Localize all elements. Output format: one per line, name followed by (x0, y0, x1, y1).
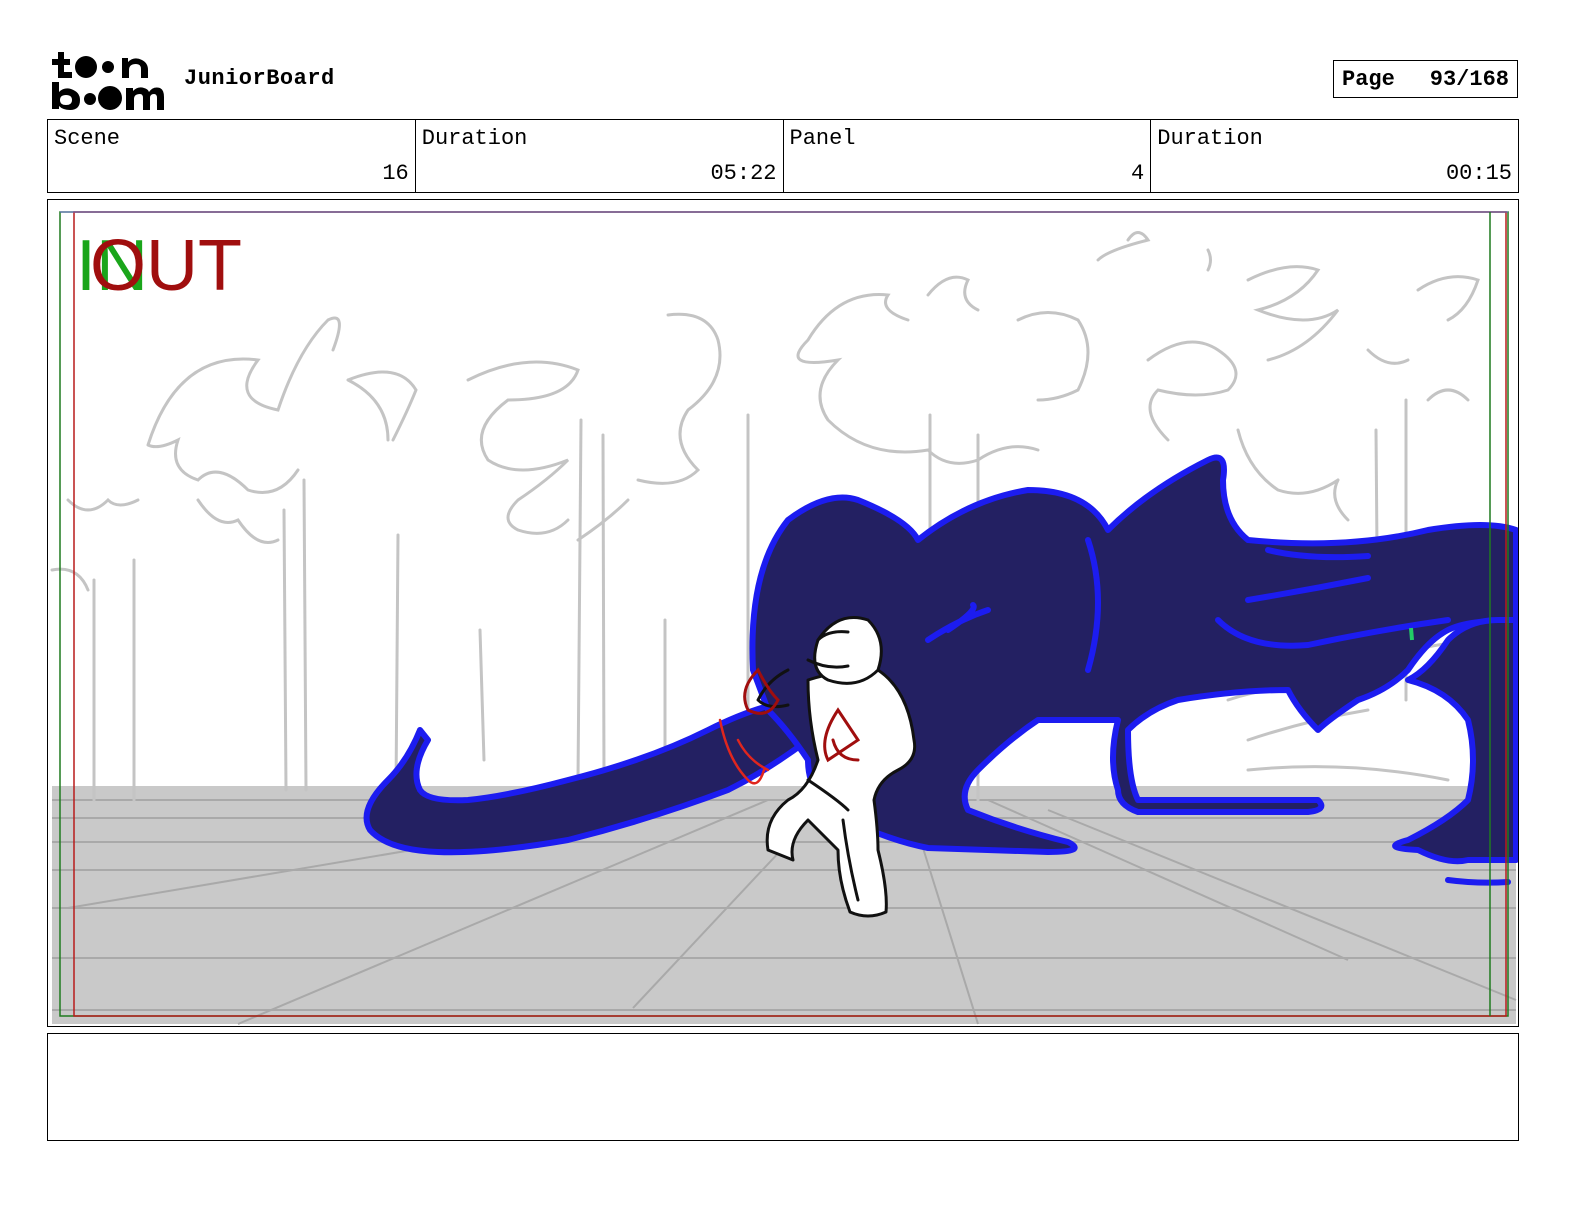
scene-info-table: Scene 16 Duration 05:22 Panel 4 Duration… (47, 119, 1519, 193)
page-indicator: Page 93/168 (1333, 60, 1518, 98)
scene-label: Scene (54, 126, 121, 151)
panel-cell: Panel 4 (784, 120, 1152, 192)
scene-value: 16 (382, 161, 409, 186)
panel-duration-value: 00:15 (1445, 161, 1512, 186)
storyboard-panel[interactable]: IN OUT (47, 199, 1519, 1027)
toon-boom-logo (52, 50, 164, 112)
scene-cell: Scene 16 (48, 120, 416, 192)
panel-caption-box[interactable] (47, 1033, 1519, 1141)
panel-label: Panel (789, 126, 856, 151)
panel-artwork (50, 211, 1518, 1025)
panel-value: 4 (1131, 161, 1145, 186)
page-number: 93/168 (1429, 66, 1509, 92)
page-label: Page (1342, 66, 1395, 92)
scene-duration-value: 05:22 (710, 161, 777, 186)
panel-duration-cell: Duration 00:15 (1151, 120, 1518, 192)
panel-duration-label: Duration (1157, 126, 1263, 151)
green-tick-mark (1409, 627, 1414, 641)
scene-duration-label: Duration (421, 126, 528, 151)
app-title: JuniorBoard (184, 66, 335, 91)
out-marker: OUT (90, 226, 242, 306)
scene-duration-cell: Duration 05:22 (416, 120, 784, 192)
